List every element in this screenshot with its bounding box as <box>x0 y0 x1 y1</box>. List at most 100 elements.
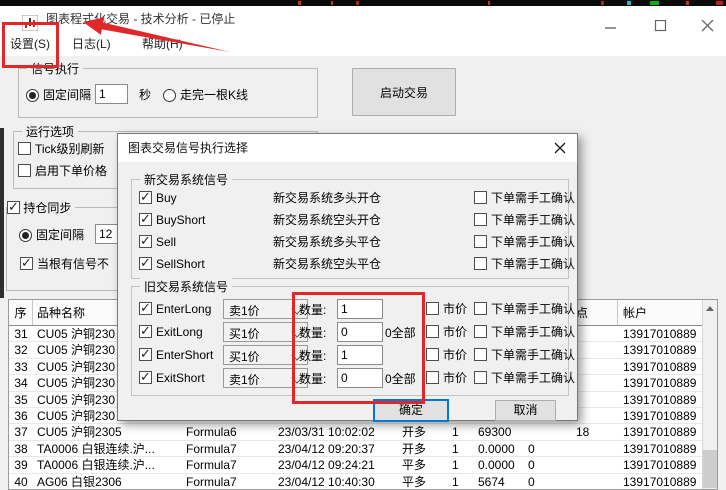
cell-seq: 38 <box>14 441 28 456</box>
cell-slip <box>561 441 618 456</box>
interval-seconds-input[interactable] <box>95 84 128 104</box>
signal-row-buyshort: BuyShort 新交易系统空头开仓 下单需手工确认 <box>118 210 579 230</box>
pos-sync-header: 持仓同步 <box>7 199 76 216</box>
exitlong-label: ExitLong <box>156 325 203 339</box>
seconds-label: 秒 <box>139 88 152 102</box>
sellshort-desc: 新交易系统空头平仓 <box>273 257 382 271</box>
signal-option-label: 当根有信号不 <box>37 257 110 271</box>
cell-formula: Formula7 <box>186 458 237 473</box>
bar-complete-label: 走完一根K线 <box>180 88 249 102</box>
sell-confirm-label: 下单需手工确认 <box>491 235 576 249</box>
cell-account: 13917010889 <box>623 408 697 423</box>
market-label: 市价 <box>443 325 468 339</box>
checkbox-exitlong-confirm[interactable] <box>474 325 487 338</box>
checkbox-enterlong[interactable] <box>139 300 152 316</box>
cell-account: 13917010889 <box>623 359 697 374</box>
cell-account: 13917010889 <box>623 458 697 473</box>
checkbox-exitshort-confirm[interactable] <box>474 371 487 384</box>
checkbox-entershort-confirm[interactable] <box>474 348 487 361</box>
checkbox-signal-option[interactable] <box>20 255 33 271</box>
scrollbar-thumb[interactable] <box>703 450 717 488</box>
start-trading-button[interactable]: 启动交易 <box>352 68 456 116</box>
dialog-title: 图表交易信号执行选择 <box>128 141 249 155</box>
sell-label: Sell <box>156 235 177 249</box>
header-account[interactable]: 帐户 <box>618 300 704 325</box>
enterlong-confirm-label: 下单需手工确认 <box>491 302 576 316</box>
cell-qty: 1 <box>452 425 459 440</box>
cell-formula: Formula6 <box>186 425 237 440</box>
cell-account: 13917010889 <box>623 474 697 489</box>
cell-time: 23/04/12 09:20:37 <box>278 441 375 456</box>
cell-account: 13917010889 <box>623 441 697 456</box>
checkbox-buy-confirm[interactable] <box>474 191 487 204</box>
vertical-scrollbar[interactable] <box>702 300 717 489</box>
price-type-value: 买1价 <box>229 327 260 341</box>
radio-fixed-interval[interactable] <box>26 89 39 102</box>
checkbox-exitlong-market[interactable] <box>426 325 439 338</box>
strip-mark <box>650 1 659 5</box>
buy-label: Buy <box>156 191 177 205</box>
buy-confirm-label: 下单需手工确认 <box>491 191 576 205</box>
scroll-up-icon[interactable] <box>703 300 717 317</box>
checkbox-exitshort[interactable] <box>139 369 152 385</box>
cell-slip: 18 <box>576 425 590 440</box>
group-new-signals-title: 新交易系统信号 <box>140 171 233 188</box>
buyshort-label: BuyShort <box>156 213 206 227</box>
cell-time: 23/04/12 09:24:21 <box>278 458 375 473</box>
entershort-confirm-label: 下单需手工确认 <box>491 348 576 362</box>
table-row[interactable]: 40 AG06 白银2306 Formula7 23/04/12 10:40:30 平多… <box>9 474 717 489</box>
cell-account: 13917010889 <box>623 376 697 391</box>
checkbox-enterlong-market[interactable] <box>426 302 439 315</box>
cell-name: CU05 沪铜2305 <box>37 425 122 440</box>
cell-account: 13917010889 <box>623 327 697 341</box>
fixed-interval-label: 固定间隔 <box>43 88 92 102</box>
annotation-box-settings <box>2 22 59 68</box>
checkbox-sellshort-confirm[interactable] <box>474 257 487 270</box>
checkbox-sell-confirm[interactable] <box>474 235 487 248</box>
checkbox-buy[interactable] <box>139 189 152 205</box>
checkbox-enterlong-confirm[interactable] <box>474 302 487 315</box>
checkbox-exitshort-market[interactable] <box>426 371 439 384</box>
screen: { "colors": { "annotation_red": "#e0282a… <box>0 0 726 490</box>
dialog-titlebar[interactable]: 图表交易信号执行选择 <box>118 134 577 162</box>
checkbox-pos-sync[interactable] <box>7 199 20 215</box>
cell-extra: 0 <box>528 458 535 473</box>
checkbox-entershort-market[interactable] <box>426 348 439 361</box>
checkbox-exitlong[interactable] <box>139 323 152 339</box>
market-label: 市价 <box>443 348 468 362</box>
cell-seq: 32 <box>14 343 28 358</box>
table-row[interactable]: 38 TA0006 白银连续.沪... Formula7 23/04/12 09:20… <box>9 441 717 458</box>
exitlong-confirm-label: 下单需手工确认 <box>491 325 576 339</box>
checkbox-sellshort[interactable] <box>139 255 152 271</box>
cell-seq: 39 <box>14 458 28 473</box>
table-row[interactable]: 37 CU05 沪铜2305 Formula6 23/03/31 10:02:02 开多… <box>9 424 717 441</box>
radio-bar-complete[interactable] <box>163 89 176 102</box>
buyshort-confirm-label: 下单需手工确认 <box>491 213 576 227</box>
checkbox-buyshort[interactable] <box>139 211 152 227</box>
table-row[interactable]: 39 TA0006 白银连续.沪... Formula7 23/04/12 09:24… <box>9 457 717 474</box>
cell-time: 23/04/12 10:40:30 <box>278 474 375 489</box>
cell-extra: 0 <box>528 441 535 456</box>
signal-row-sell: Sell 新交易系统多头平仓 下单需手工确认 <box>118 232 579 252</box>
price-type-value: 买1价 <box>229 350 260 364</box>
cell-price: 69300 <box>478 425 512 440</box>
checkbox-sell[interactable] <box>139 233 152 249</box>
enterlong-label: EnterLong <box>156 302 212 316</box>
dialog-close-icon[interactable] <box>549 139 571 157</box>
checkbox-tick-refresh[interactable] <box>18 142 31 155</box>
buyshort-desc: 新交易系统空头开仓 <box>273 213 382 227</box>
cell-name: TA0006 白银连续.沪... <box>37 441 155 456</box>
checkbox-buyshort-confirm[interactable] <box>474 213 487 226</box>
cell-dir: 开多 <box>402 425 427 440</box>
checkbox-entershort[interactable] <box>139 346 152 362</box>
sellshort-label: SellShort <box>156 257 205 271</box>
strip-mark <box>627 1 631 5</box>
checkbox-enable-price[interactable] <box>18 164 31 177</box>
entershort-label: EnterShort <box>156 348 214 362</box>
cancel-button[interactable]: 取消 <box>495 400 556 421</box>
background-edge-strip <box>0 128 4 298</box>
cell-dir: 平多 <box>402 458 427 473</box>
sell-desc: 新交易系统多头平仓 <box>273 235 382 249</box>
header-seq[interactable]: 序 <box>9 300 33 325</box>
radio-sync-fixed-interval[interactable] <box>19 229 32 242</box>
